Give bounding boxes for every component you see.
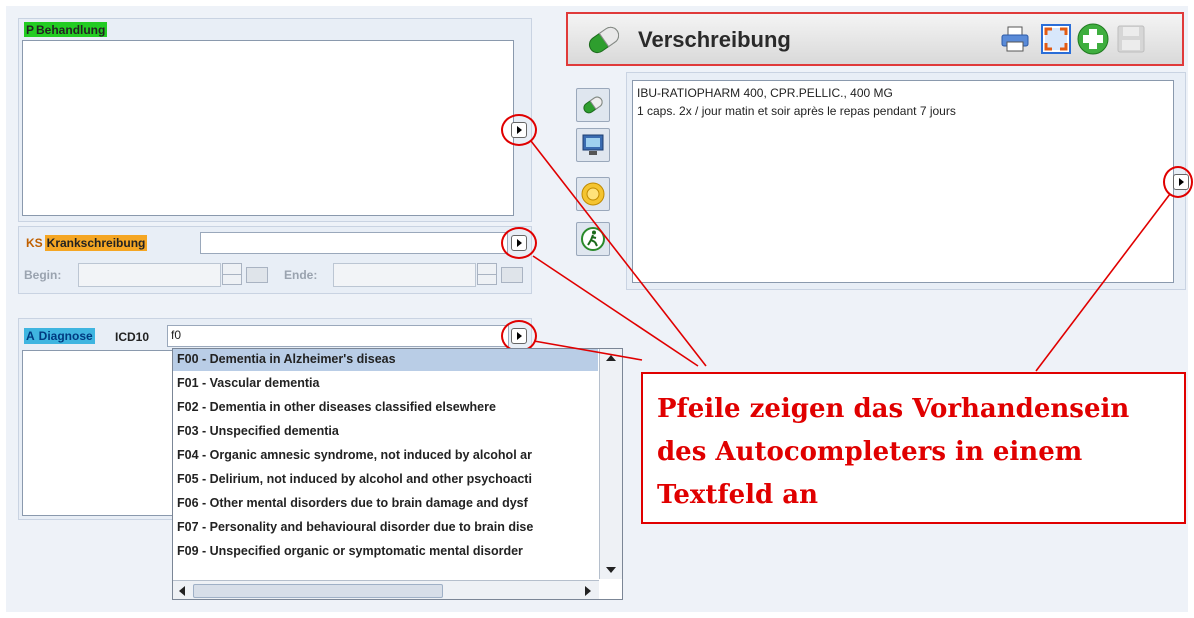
annotation-line-3: Textfeld an: [657, 480, 819, 510]
annotation-line: [1035, 193, 1171, 372]
annotation-line-2: des Autocompleters in einem: [657, 437, 1083, 467]
annotation-lines: [530, 140, 1171, 372]
annotation-line: [533, 340, 643, 361]
annotation-line-1: Pfeile zeigen das Vorhandensein: [657, 394, 1130, 424]
annotation-line: [530, 140, 707, 367]
annotation-line: [532, 255, 699, 367]
annotation-callout: Pfeile zeigen das Vorhandensein des Auto…: [641, 372, 1186, 524]
